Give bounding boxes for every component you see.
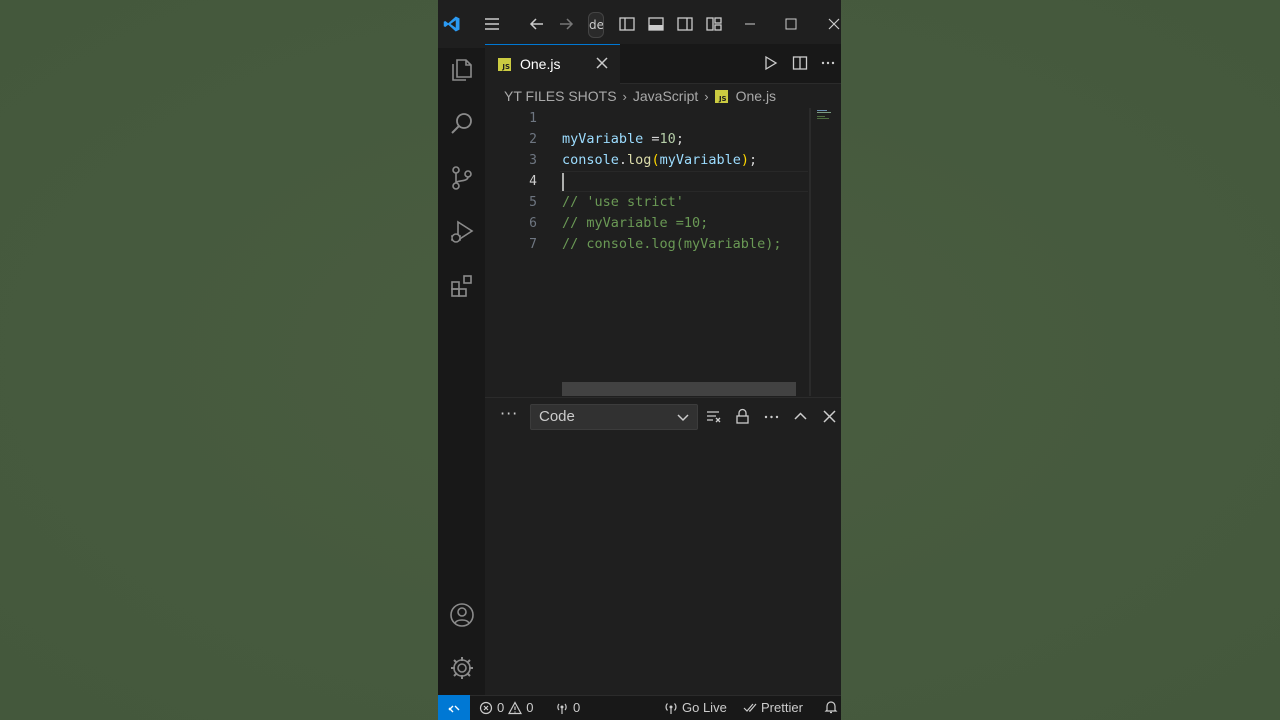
- editor-tabs: JS One.js: [485, 44, 841, 84]
- code-line: console.log(myVariable);: [562, 152, 758, 168]
- minimize-icon[interactable]: [738, 12, 762, 36]
- forward-arrow-icon[interactable]: [554, 12, 578, 36]
- extensions-icon[interactable]: [444, 268, 480, 304]
- close-tab-icon[interactable]: [594, 55, 610, 71]
- breadcrumb-file[interactable]: One.js: [736, 88, 776, 104]
- close-window-icon[interactable]: [822, 12, 841, 36]
- minimap[interactable]: [815, 108, 841, 396]
- line-number-active: 4: [529, 174, 537, 189]
- vscode-logo-icon: [440, 12, 464, 36]
- output-channel-select[interactable]: Code: [530, 404, 698, 430]
- code-editor[interactable]: 1 2 3 4 5 6 7 myVariable =10; console.lo…: [485, 108, 808, 396]
- tab-label: One.js: [520, 56, 561, 72]
- current-line-highlight: [560, 171, 808, 192]
- line-number: 3: [529, 153, 537, 168]
- more-actions-icon[interactable]: [761, 406, 781, 426]
- line-number: 5: [529, 195, 537, 210]
- error-count: 0: [497, 700, 505, 715]
- breadcrumb: YT FILES SHOTS › JavaScript › JS One.js: [504, 86, 776, 106]
- text-cursor: [562, 173, 564, 191]
- title-bar: de: [438, 0, 841, 48]
- customize-layout-icon[interactable]: [702, 12, 726, 36]
- back-arrow-icon[interactable]: [525, 12, 549, 36]
- run-file-icon[interactable]: [761, 54, 779, 72]
- remote-indicator-icon[interactable]: [438, 695, 470, 720]
- line-number: 2: [529, 132, 537, 147]
- line-number: 6: [529, 216, 537, 231]
- code-line-comment: // myVariable =10;: [562, 215, 709, 231]
- minimap-divider: [809, 108, 811, 396]
- panel-more-icon[interactable]: ···: [500, 404, 518, 423]
- ports-indicator[interactable]: 0: [555, 700, 580, 715]
- code-line-comment: // 'use strict': [562, 194, 684, 210]
- run-and-debug-icon[interactable]: [444, 214, 480, 250]
- warning-count: 0: [526, 700, 534, 715]
- search-icon[interactable]: [444, 106, 480, 142]
- line-number: 7: [529, 237, 537, 252]
- js-file-icon: JS: [714, 89, 728, 103]
- horizontal-scrollbar[interactable]: [562, 382, 796, 396]
- close-panel-icon[interactable]: [819, 406, 839, 426]
- accounts-icon[interactable]: [444, 597, 480, 633]
- output-channel-value: Code: [539, 408, 575, 425]
- menu-icon[interactable]: [480, 12, 504, 36]
- maximize-icon[interactable]: [779, 12, 803, 36]
- activity-bar: [438, 48, 485, 695]
- line-number: 1: [529, 111, 537, 126]
- toggle-primary-sidebar-icon[interactable]: [615, 12, 639, 36]
- more-actions-icon[interactable]: [819, 54, 837, 72]
- chevron-right-icon: ›: [622, 88, 627, 104]
- chevron-right-icon: ›: [704, 88, 709, 104]
- broadcast-icon: [665, 702, 677, 714]
- source-control-icon[interactable]: [444, 160, 480, 196]
- ports-count: 0: [573, 700, 581, 715]
- output-panel: ··· Code: [485, 397, 841, 695]
- code-line: myVariable =10;: [562, 131, 684, 147]
- go-live-label: Go Live: [682, 700, 727, 715]
- tab-one-js[interactable]: JS One.js: [485, 44, 620, 84]
- lock-scroll-icon[interactable]: [732, 406, 752, 426]
- go-live-button[interactable]: Go Live: [664, 700, 727, 715]
- toggle-panel-icon[interactable]: [644, 12, 668, 36]
- toggle-secondary-sidebar-icon[interactable]: [673, 12, 697, 36]
- breadcrumb-folder-javascript[interactable]: JavaScript: [633, 88, 698, 104]
- warning-icon: [508, 700, 523, 714]
- prettier-button[interactable]: Prettier: [743, 700, 803, 715]
- code-line-comment: // console.log(myVariable);: [562, 236, 782, 252]
- notifications-bell-icon[interactable]: [824, 700, 838, 714]
- prettier-label: Prettier: [761, 700, 803, 715]
- js-file-icon: JS: [498, 58, 511, 71]
- status-bar: 0 0 0 Go Live Prettier: [438, 695, 841, 720]
- broadcast-icon: [557, 703, 567, 714]
- explorer-icon[interactable]: [444, 52, 480, 88]
- maximize-panel-icon[interactable]: [790, 406, 810, 426]
- breadcrumb-folder-root[interactable]: YT FILES SHOTS: [504, 88, 617, 104]
- command-center[interactable]: de: [588, 12, 604, 38]
- error-icon: [479, 701, 493, 714]
- clear-output-icon[interactable]: [703, 406, 723, 426]
- double-check-icon: [743, 703, 757, 712]
- settings-gear-icon[interactable]: [444, 650, 480, 686]
- problems-indicator[interactable]: 0 0: [479, 700, 533, 715]
- chevron-down-icon: [675, 409, 691, 425]
- split-editor-icon[interactable]: [791, 54, 809, 72]
